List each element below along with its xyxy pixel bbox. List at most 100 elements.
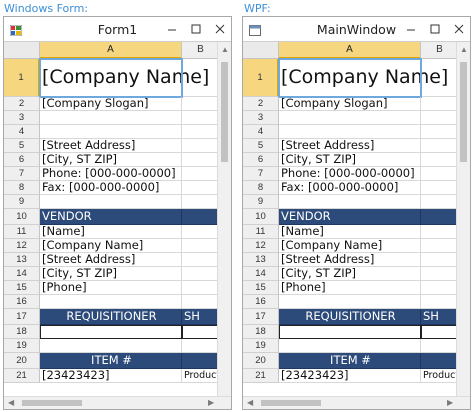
cell-b12[interactable]	[182, 239, 219, 253]
row-header[interactable]: 8	[243, 181, 279, 195]
cell-b4[interactable]	[421, 125, 458, 139]
row-header[interactable]: 7	[4, 167, 40, 181]
cell-a6[interactable]: [City, ST ZIP]	[40, 153, 182, 167]
row-header[interactable]: 3	[4, 111, 40, 125]
scroll-up-arrow-icon[interactable]: ▲	[460, 46, 468, 54]
cell-b7[interactable]	[421, 167, 458, 181]
row-header[interactable]: 16	[4, 295, 40, 309]
minimize-icon[interactable]	[399, 17, 423, 41]
cell-b20[interactable]	[182, 353, 219, 369]
cell-a9[interactable]	[279, 195, 421, 209]
row-header[interactable]: 20	[243, 353, 279, 369]
cell-a15[interactable]: [Phone]	[40, 281, 182, 295]
row-header[interactable]: 9	[243, 195, 279, 209]
cell-b4[interactable]	[182, 125, 219, 139]
cell-a18[interactable]	[40, 325, 182, 339]
scroll-left-arrow-icon[interactable]: ◀	[8, 399, 14, 407]
cell-a16[interactable]	[40, 295, 182, 309]
select-all-corner[interactable]	[243, 42, 279, 59]
row-header[interactable]: 11	[4, 225, 40, 239]
cell-a15[interactable]: [Phone]	[279, 281, 421, 295]
row-header[interactable]: 2	[243, 97, 279, 111]
cell-b17[interactable]: SH	[182, 309, 219, 325]
row-header[interactable]: 1	[243, 59, 279, 97]
row-header[interactable]: 14	[4, 267, 40, 281]
cell-a5[interactable]: [Street Address]	[279, 139, 421, 153]
row-header[interactable]: 21	[243, 369, 279, 383]
cell-a7[interactable]: Phone: [000-000-0000]	[279, 167, 421, 181]
scroll-left-arrow-icon[interactable]: ◀	[247, 399, 253, 407]
cell-a14[interactable]: [City, ST ZIP]	[279, 267, 421, 281]
row-header[interactable]: 13	[243, 253, 279, 267]
maximize-icon[interactable]	[184, 17, 208, 41]
row-header[interactable]: 2	[4, 97, 40, 111]
row-header[interactable]: 10	[243, 209, 279, 225]
cell-b1[interactable]	[182, 59, 219, 97]
spreadsheet-grid[interactable]: A B 1 [Company Name] 2 [Company Slogan] 3 4 5 [St…	[4, 42, 219, 399]
close-icon[interactable]	[208, 17, 231, 41]
vertical-scrollbar[interactable]: ▲	[456, 42, 470, 399]
cell-b14[interactable]	[421, 267, 458, 281]
cell-b15[interactable]	[182, 281, 219, 295]
row-header[interactable]: 5	[4, 139, 40, 153]
cell-a8[interactable]: Fax: [000-000-0000]	[40, 181, 182, 195]
row-header[interactable]: 15	[4, 281, 40, 295]
cell-a20[interactable]: ITEM #	[40, 353, 182, 369]
cell-a7[interactable]: Phone: [000-000-0000]	[40, 167, 182, 181]
cell-a6[interactable]: [City, ST ZIP]	[279, 153, 421, 167]
vertical-scrollbar[interactable]: ▲	[217, 42, 231, 399]
cell-b19[interactable]	[182, 339, 219, 353]
row-header[interactable]: 16	[243, 295, 279, 309]
cell-b3[interactable]	[182, 111, 219, 125]
column-header-a[interactable]: A	[40, 42, 182, 59]
title-bar[interactable]: Form1	[4, 17, 231, 42]
select-all-corner[interactable]	[4, 42, 40, 59]
cell-a3[interactable]	[40, 111, 182, 125]
row-header[interactable]: 3	[243, 111, 279, 125]
close-icon[interactable]	[447, 17, 470, 41]
row-header[interactable]: 10	[4, 209, 40, 225]
cell-a19[interactable]	[279, 339, 421, 353]
vertical-scroll-thumb[interactable]	[460, 62, 467, 162]
cell-b5[interactable]	[421, 139, 458, 153]
cell-a13[interactable]: [Street Address]	[279, 253, 421, 267]
cell-b11[interactable]	[182, 225, 219, 239]
cell-a12[interactable]: [Company Name]	[40, 239, 182, 253]
title-bar[interactable]: MainWindow	[243, 17, 470, 42]
cell-b8[interactable]	[182, 181, 219, 195]
cell-a12[interactable]: [Company Name]	[279, 239, 421, 253]
cell-a10[interactable]: VENDOR	[40, 209, 182, 225]
row-header[interactable]: 20	[4, 353, 40, 369]
cell-b14[interactable]	[182, 267, 219, 281]
minimize-icon[interactable]	[160, 17, 184, 41]
cell-b3[interactable]	[421, 111, 458, 125]
cell-b12[interactable]	[421, 239, 458, 253]
cell-a2[interactable]: [Company Slogan]	[40, 97, 182, 111]
cell-b6[interactable]	[421, 153, 458, 167]
row-header[interactable]: 11	[243, 225, 279, 239]
column-header-a[interactable]: A	[279, 42, 421, 59]
row-header[interactable]: 6	[243, 153, 279, 167]
cell-b9[interactable]	[421, 195, 458, 209]
cell-a13[interactable]: [Street Address]	[40, 253, 182, 267]
scroll-right-arrow-icon[interactable]: ▶	[208, 399, 214, 407]
cell-b18[interactable]	[182, 325, 219, 339]
cell-a4[interactable]	[40, 125, 182, 139]
cell-b9[interactable]	[182, 195, 219, 209]
cell-a20[interactable]: ITEM #	[279, 353, 421, 369]
row-header[interactable]: 4	[4, 125, 40, 139]
cell-b15[interactable]	[421, 281, 458, 295]
cell-a4[interactable]	[279, 125, 421, 139]
column-header-b[interactable]: B	[421, 42, 458, 59]
row-header[interactable]: 13	[4, 253, 40, 267]
cell-b16[interactable]	[421, 295, 458, 309]
row-header[interactable]: 5	[243, 139, 279, 153]
cell-a5[interactable]: [Street Address]	[40, 139, 182, 153]
cell-b2[interactable]	[182, 97, 219, 111]
row-header[interactable]: 15	[243, 281, 279, 295]
cell-b5[interactable]	[182, 139, 219, 153]
horizontal-scroll-thumb[interactable]	[261, 400, 321, 406]
row-header[interactable]: 9	[4, 195, 40, 209]
cell-a8[interactable]: Fax: [000-000-0000]	[279, 181, 421, 195]
cell-a10[interactable]: VENDOR	[279, 209, 421, 225]
